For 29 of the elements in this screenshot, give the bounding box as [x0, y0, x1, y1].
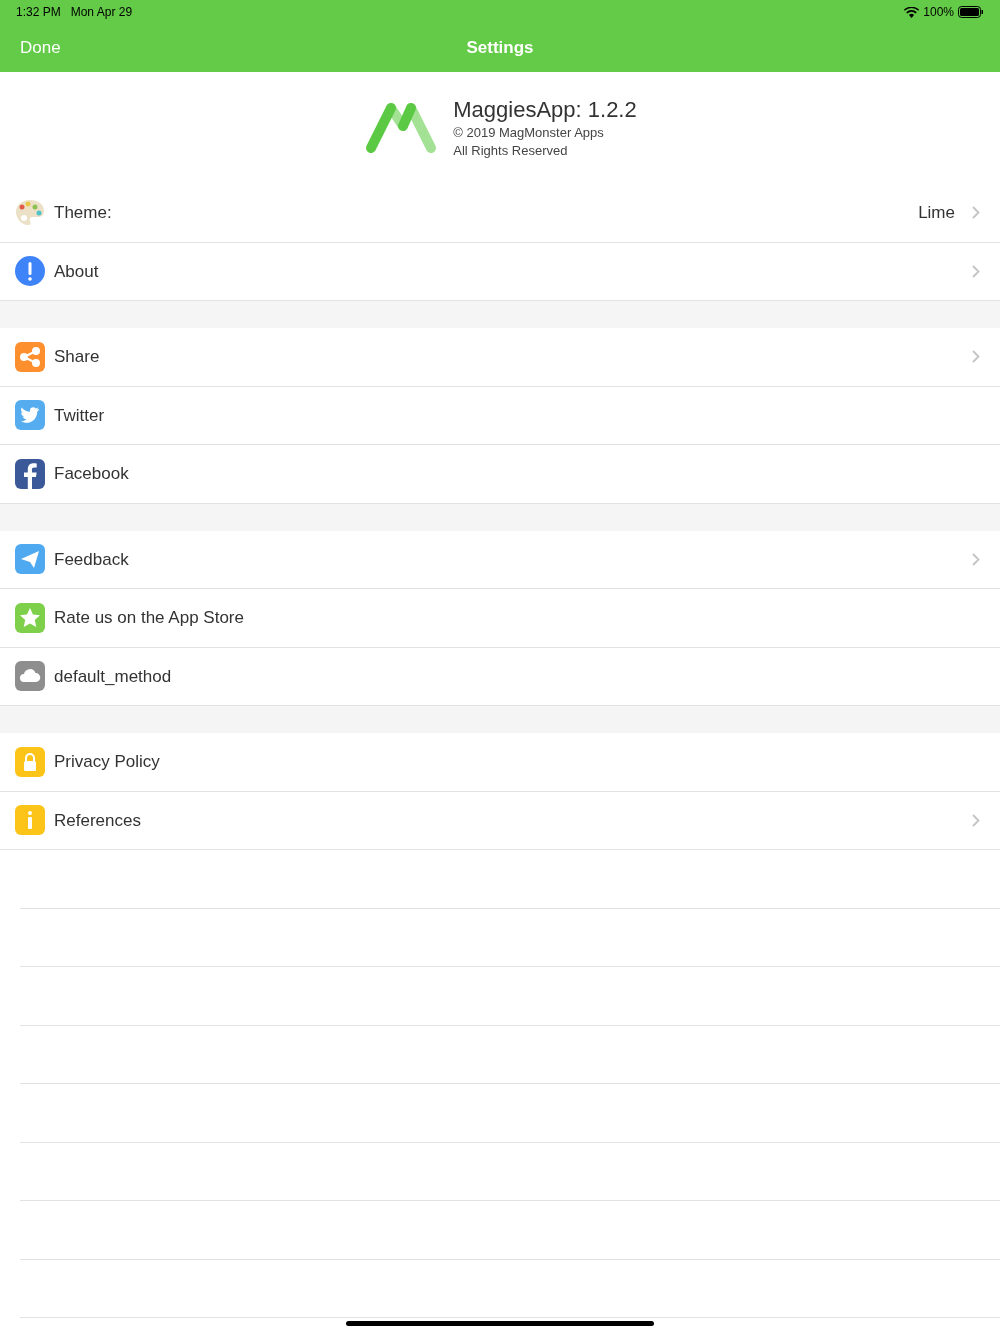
copyright-text: © 2019 MagMonster Apps — [453, 124, 605, 142]
nav-title: Settings — [466, 37, 534, 60]
rights-text: All Rights Reserved — [453, 142, 569, 160]
row-label: default_method — [54, 665, 173, 688]
row-value: Lime — [918, 202, 955, 224]
lock-icon — [15, 746, 45, 777]
wifi-icon — [904, 6, 920, 18]
cloud-icon — [15, 661, 45, 692]
row-label: Twitter — [54, 404, 106, 427]
status-time: 1:32 PM — [16, 4, 61, 21]
row-label: Rate us on the App Store — [54, 607, 245, 629]
share-icon — [15, 341, 45, 372]
row-label: Share — [54, 346, 101, 368]
palette-icon — [15, 197, 45, 228]
row-label: Facebook — [54, 463, 130, 485]
row-label: Privacy Policy — [54, 751, 161, 773]
battery-percent: 100% — [923, 4, 954, 21]
info-icon — [15, 805, 45, 836]
bird-icon — [15, 400, 45, 431]
battery-icon — [958, 6, 984, 18]
row-label: References — [54, 809, 142, 832]
row-label: Theme: — [54, 202, 113, 224]
row-label: About — [54, 260, 100, 283]
paper-plane-icon — [15, 544, 45, 575]
facebook-icon — [15, 458, 45, 489]
status-date: Mon Apr 29 — [70, 4, 133, 21]
row-label: Feedback — [54, 548, 130, 571]
app-name: MaggiesApp: 1.2.2 — [453, 96, 637, 124]
exclamation-icon — [15, 256, 45, 287]
